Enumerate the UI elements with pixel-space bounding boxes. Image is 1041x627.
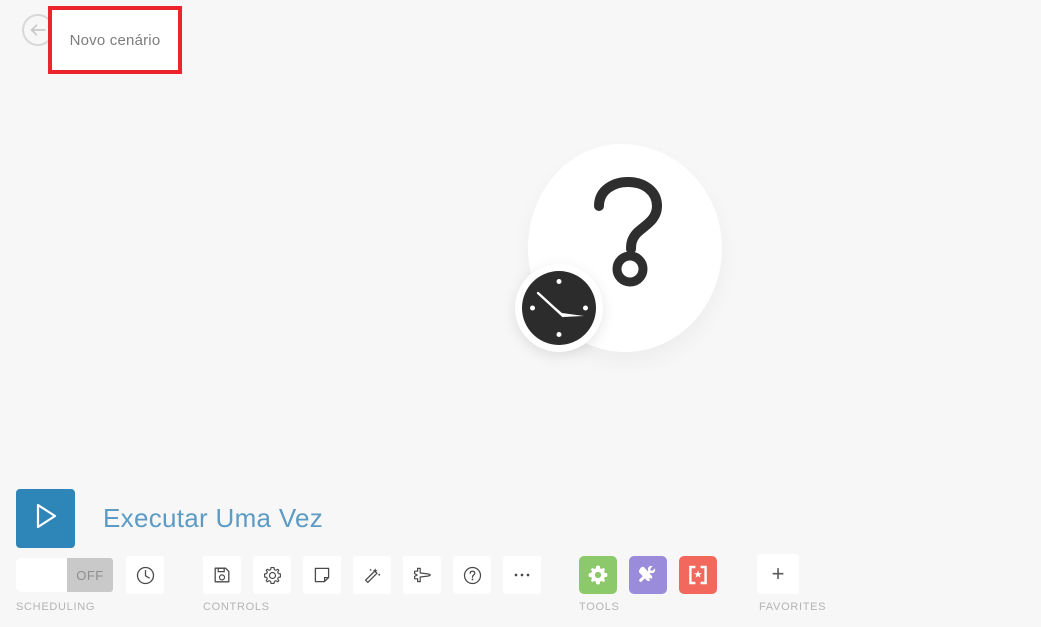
save-button[interactable] bbox=[203, 556, 241, 594]
header-bar: Novo cenário bbox=[0, 0, 1041, 80]
bottom-toolbar: Executar Uma Vez OFF SCHEDULING CONTROLS… bbox=[0, 482, 1041, 627]
scheduling-toggle[interactable]: OFF bbox=[16, 558, 113, 592]
help-button[interactable] bbox=[453, 556, 491, 594]
clock-hands bbox=[536, 291, 584, 318]
plus-icon: + bbox=[771, 561, 785, 586]
brackets-star-icon bbox=[687, 565, 709, 585]
controls-group-label: CONTROLS bbox=[203, 601, 270, 613]
autoalign-button[interactable] bbox=[353, 556, 391, 594]
scenario-name-field[interactable]: Novo cenário bbox=[50, 8, 180, 72]
gear-icon bbox=[263, 566, 282, 585]
favorites-group: + FAVORITES bbox=[757, 554, 826, 613]
tools-group-label: TOOLS bbox=[579, 601, 620, 613]
clock-icon bbox=[136, 566, 155, 585]
scheduling-toggle-knob[interactable] bbox=[16, 558, 67, 592]
more-button[interactable] bbox=[503, 556, 541, 594]
clock-icon bbox=[522, 271, 596, 345]
add-favorite-button[interactable]: + bbox=[757, 554, 799, 594]
arrow-left-circle-icon bbox=[29, 23, 47, 37]
tools-gear-button[interactable] bbox=[579, 556, 617, 594]
gear-icon bbox=[587, 564, 609, 586]
favorites-buttons-row: + bbox=[757, 554, 826, 594]
screwdriver-wrench-icon bbox=[637, 564, 660, 587]
scenario-name-text: Novo cenário bbox=[69, 31, 161, 49]
scenario-editor-screen: Novo cenário Executar Uma Vez OFF SCHEDU… bbox=[0, 0, 1041, 627]
airplane-icon bbox=[412, 566, 432, 584]
note-icon bbox=[313, 566, 331, 584]
tools-buttons-row bbox=[579, 556, 717, 594]
controls-buttons-row bbox=[203, 556, 541, 594]
run-once-row: Executar Uma Vez bbox=[16, 489, 323, 548]
save-floppy-icon bbox=[213, 566, 231, 584]
favorites-group-label: FAVORITES bbox=[759, 601, 827, 613]
explore-button[interactable] bbox=[403, 556, 441, 594]
scheduling-group-label: SCHEDULING bbox=[16, 601, 96, 613]
run-once-label[interactable]: Executar Uma Vez bbox=[103, 503, 323, 534]
question-mark-icon bbox=[586, 177, 668, 287]
scheduling-toggle-state: OFF bbox=[76, 567, 104, 583]
question-circle-icon bbox=[463, 566, 482, 585]
notes-button[interactable] bbox=[303, 556, 341, 594]
magic-wand-icon bbox=[363, 566, 382, 585]
ellipsis-icon bbox=[512, 572, 532, 578]
tools-wrench-button[interactable] bbox=[629, 556, 667, 594]
schedule-settings-button[interactable] bbox=[126, 556, 164, 594]
scrollbar-track[interactable] bbox=[1035, 0, 1041, 627]
play-icon bbox=[33, 502, 59, 535]
clock-badge bbox=[515, 264, 603, 352]
tools-group: TOOLS bbox=[579, 556, 717, 613]
controls-group: CONTROLS bbox=[203, 556, 541, 613]
scheduling-controls-row: OFF bbox=[16, 556, 164, 594]
scheduling-group: OFF SCHEDULING bbox=[16, 556, 164, 613]
empty-state-illustration bbox=[498, 135, 748, 375]
run-once-button[interactable] bbox=[16, 489, 75, 548]
tools-brackets-button[interactable] bbox=[679, 556, 717, 594]
settings-button[interactable] bbox=[253, 556, 291, 594]
